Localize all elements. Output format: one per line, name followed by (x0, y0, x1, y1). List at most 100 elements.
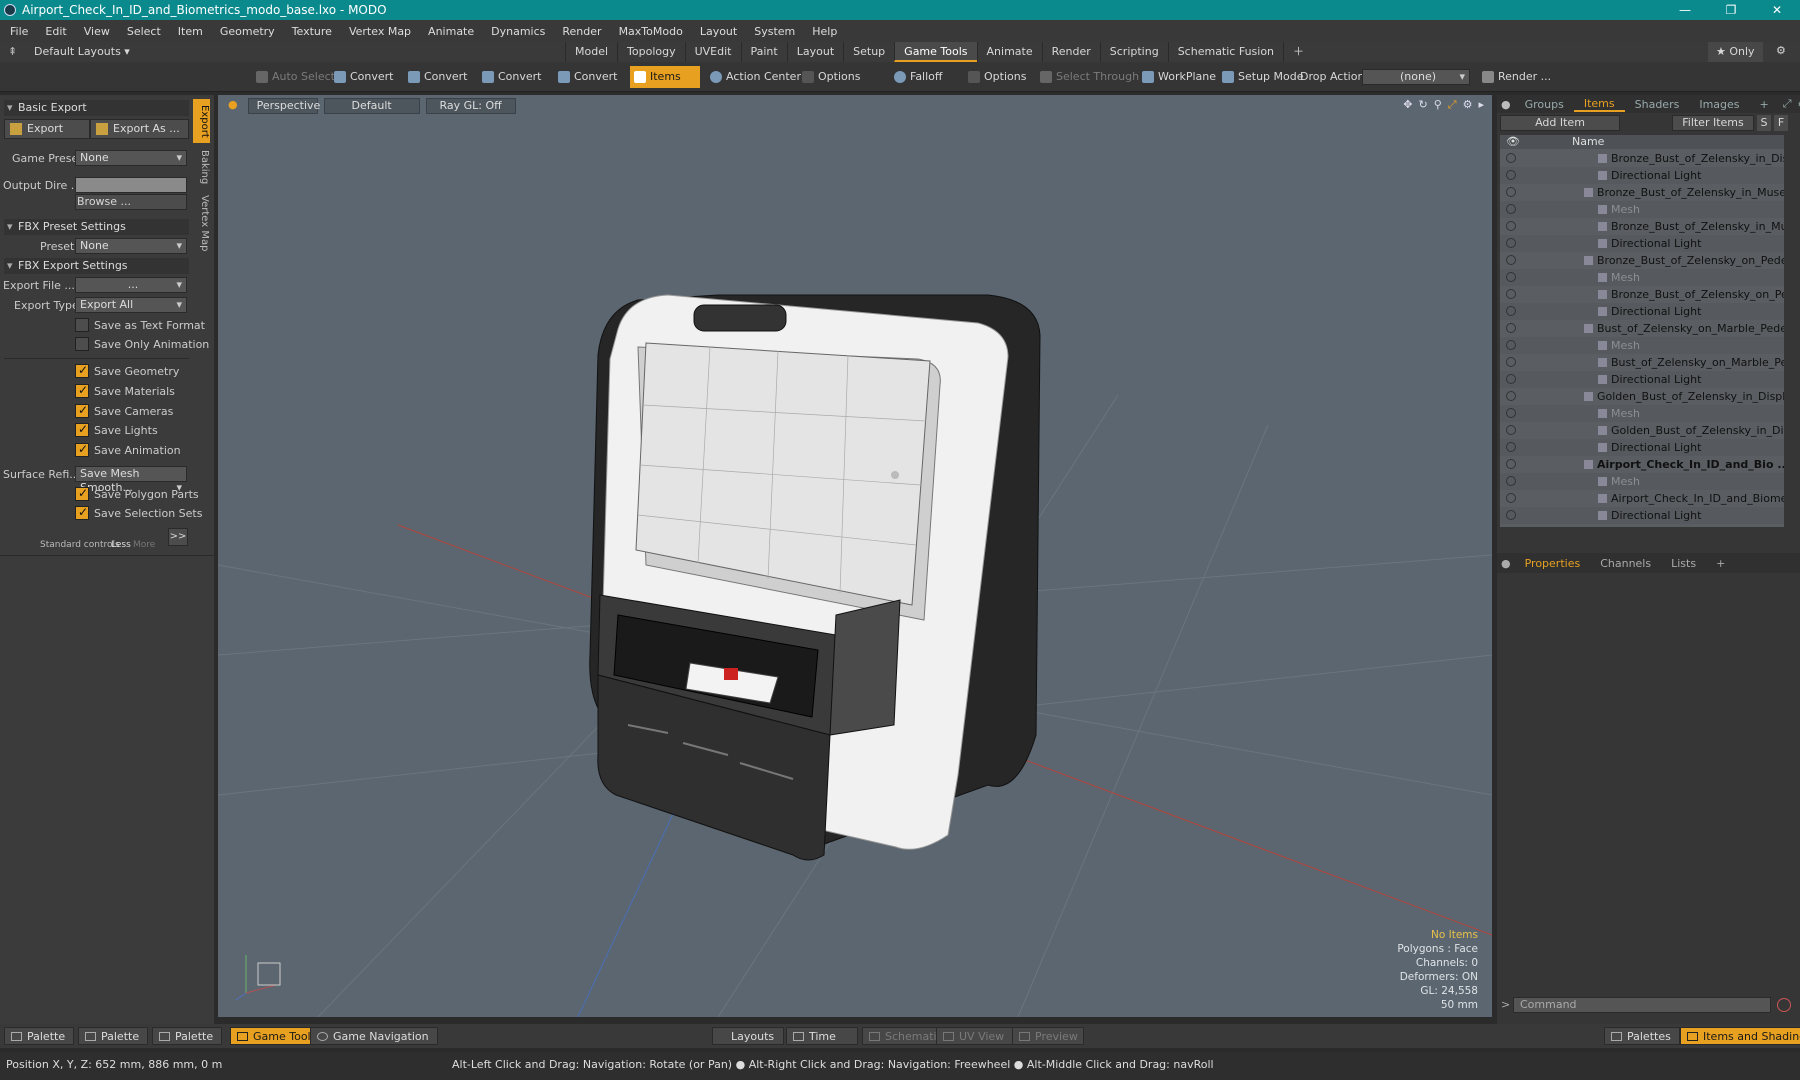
item-row[interactable]: Directional Light (1500, 303, 1784, 320)
save-selection-sets-checkbox[interactable] (75, 505, 89, 520)
menu-dynamics[interactable]: Dynamics (491, 25, 545, 38)
menu-system[interactable]: System (754, 25, 795, 38)
save-materials-checkbox[interactable] (75, 383, 89, 398)
tab-images[interactable]: Images (1689, 98, 1749, 111)
close-icon[interactable]: ✕ (1754, 0, 1800, 20)
s-toggle[interactable]: S (1757, 115, 1771, 131)
menu-animate[interactable]: Animate (428, 25, 474, 38)
item-row[interactable]: Directional Light (1500, 371, 1784, 388)
export-button[interactable]: Export (4, 119, 90, 139)
item-row[interactable]: Mesh (1500, 269, 1784, 286)
visibility-header-icon[interactable]: 👁 (1506, 135, 1520, 149)
item-row[interactable]: Directional Light (1500, 235, 1784, 252)
item-row[interactable]: Bronze_Bust_of_Zelensky_on_Pe ... (1500, 286, 1784, 303)
tab-scripting[interactable]: Scripting (1099, 42, 1168, 62)
vtab-export[interactable]: Export (193, 99, 210, 143)
save-lights-checkbox[interactable] (75, 422, 89, 437)
visibility-eye-icon[interactable] (1506, 204, 1516, 214)
palette-button-2[interactable]: Palette (78, 1027, 149, 1045)
menu-vertex-map[interactable]: Vertex Map (349, 25, 411, 38)
drop-action-select[interactable]: (none) (1362, 69, 1470, 85)
add-tab-icon[interactable]: ＋ (1283, 42, 1313, 62)
expand-arrow-button[interactable]: >> (168, 528, 188, 546)
record-icon[interactable] (1777, 998, 1791, 1012)
visibility-eye-icon[interactable] (1506, 374, 1516, 384)
menu-geometry[interactable]: Geometry (220, 25, 275, 38)
minimize-icon[interactable]: — (1662, 0, 1708, 20)
visibility-eye-icon[interactable] (1506, 391, 1516, 401)
item-row[interactable]: Bronze_Bust_of_Zelensky_in_Muse ... (1500, 184, 1784, 201)
visibility-eye-icon[interactable] (1506, 476, 1516, 486)
fbx-preset-settings-header[interactable]: FBX Preset Settings (4, 219, 189, 235)
export-file-select[interactable]: ... (75, 277, 187, 293)
save-cameras-checkbox[interactable] (75, 403, 89, 418)
auto-select-button[interactable]: Auto Select (252, 66, 341, 88)
select-through-button[interactable]: Select Through (1036, 66, 1145, 88)
items-mode-button[interactable]: Items (630, 66, 700, 88)
save-geometry-checkbox[interactable] (75, 363, 89, 378)
kiosk-model[interactable] (589, 294, 1041, 861)
surface-refinement-select[interactable]: Save Mesh Smooth... (75, 466, 187, 495)
visibility-eye-icon[interactable] (1506, 459, 1516, 469)
panel-expand-icon[interactable]: ⤢ (1779, 97, 1796, 111)
browse-button[interactable]: Browse ... (75, 194, 187, 210)
visibility-eye-icon[interactable] (1506, 187, 1516, 197)
save-animation-checkbox[interactable] (75, 442, 89, 457)
uv-view-button[interactable]: UV View (936, 1027, 1014, 1045)
visibility-eye-icon[interactable] (1506, 306, 1516, 316)
save-polygon-parts-checkbox[interactable] (75, 486, 89, 501)
tab-properties[interactable]: Properties (1515, 557, 1591, 570)
tab-animate[interactable]: Animate (976, 42, 1042, 62)
item-row[interactable]: Directional Light (1500, 167, 1784, 184)
item-row[interactable]: Mesh (1500, 201, 1784, 218)
tab-uvedit[interactable]: UVEdit (684, 42, 741, 62)
convert-button-3[interactable]: Convert (478, 66, 548, 88)
visibility-eye-icon[interactable] (1506, 442, 1516, 452)
item-row[interactable]: Directional Light (1500, 439, 1784, 456)
tab-paint[interactable]: Paint (740, 42, 787, 62)
palette-button-3[interactable]: Palette (152, 1027, 223, 1045)
visibility-eye-icon[interactable] (1506, 153, 1516, 163)
add-props-tab-icon[interactable]: + (1706, 557, 1735, 570)
basic-export-header[interactable]: Basic Export (4, 100, 189, 116)
filter-items-input[interactable]: Filter Items (1672, 115, 1754, 131)
visibility-eye-icon[interactable] (1506, 255, 1516, 265)
preset-select[interactable]: None (75, 238, 187, 254)
item-row[interactable]: Golden_Bust_of_Zelensky_in_Displa ... (1500, 388, 1784, 405)
item-row[interactable]: Airport_Check_In_ID_and_Biome ... (1500, 490, 1784, 507)
options-button-2[interactable]: Options (964, 66, 1032, 88)
visibility-eye-icon[interactable] (1506, 340, 1516, 350)
tab-lists[interactable]: Lists (1661, 557, 1706, 570)
item-row[interactable]: Airport_Check_In_ID_and_Bio ... (1500, 456, 1784, 473)
item-row[interactable]: Directional Light (1500, 507, 1784, 524)
tab-setup[interactable]: Setup (843, 42, 894, 62)
menu-texture[interactable]: Texture (292, 25, 332, 38)
menu-help[interactable]: Help (812, 25, 837, 38)
tab-shaders[interactable]: Shaders (1625, 98, 1690, 111)
menu-render[interactable]: Render (562, 25, 601, 38)
item-row[interactable]: Mesh (1500, 405, 1784, 422)
preview-button[interactable]: Preview (1012, 1027, 1084, 1045)
visibility-eye-icon[interactable] (1506, 510, 1516, 520)
3d-viewport[interactable]: ● Perspective Default Ray GL: Off ✥ ↻ ⚲ … (218, 95, 1492, 1017)
tab-layout[interactable]: Layout (786, 42, 843, 62)
fbx-export-settings-header[interactable]: FBX Export Settings (4, 258, 189, 274)
tab-topology[interactable]: Topology (617, 42, 685, 62)
export-type-select[interactable]: Export All (75, 297, 187, 313)
tab-render[interactable]: Render (1041, 42, 1100, 62)
add-panel-tab-icon[interactable]: + (1750, 98, 1779, 111)
output-dir-field[interactable] (75, 177, 187, 193)
item-row[interactable]: Bronze_Bust_of_Zelensky_on_Pede ... (1500, 252, 1784, 269)
less-link[interactable]: Less (111, 540, 131, 550)
item-row[interactable]: Mesh (1500, 337, 1784, 354)
menu-file[interactable]: File (10, 25, 28, 38)
tab-groups[interactable]: Groups (1515, 98, 1574, 111)
tab-model[interactable]: Model (565, 42, 617, 62)
more-link[interactable]: More (133, 540, 155, 550)
item-row[interactable]: Bust_of_Zelensky_on_Marble_Pe ... (1500, 354, 1784, 371)
menu-layout[interactable]: Layout (700, 25, 737, 38)
menu-maxtomodo[interactable]: MaxToModo (619, 25, 683, 38)
command-input[interactable]: Command (1513, 997, 1771, 1013)
visibility-eye-icon[interactable] (1506, 425, 1516, 435)
export-as-button[interactable]: Export As ... (90, 119, 189, 139)
